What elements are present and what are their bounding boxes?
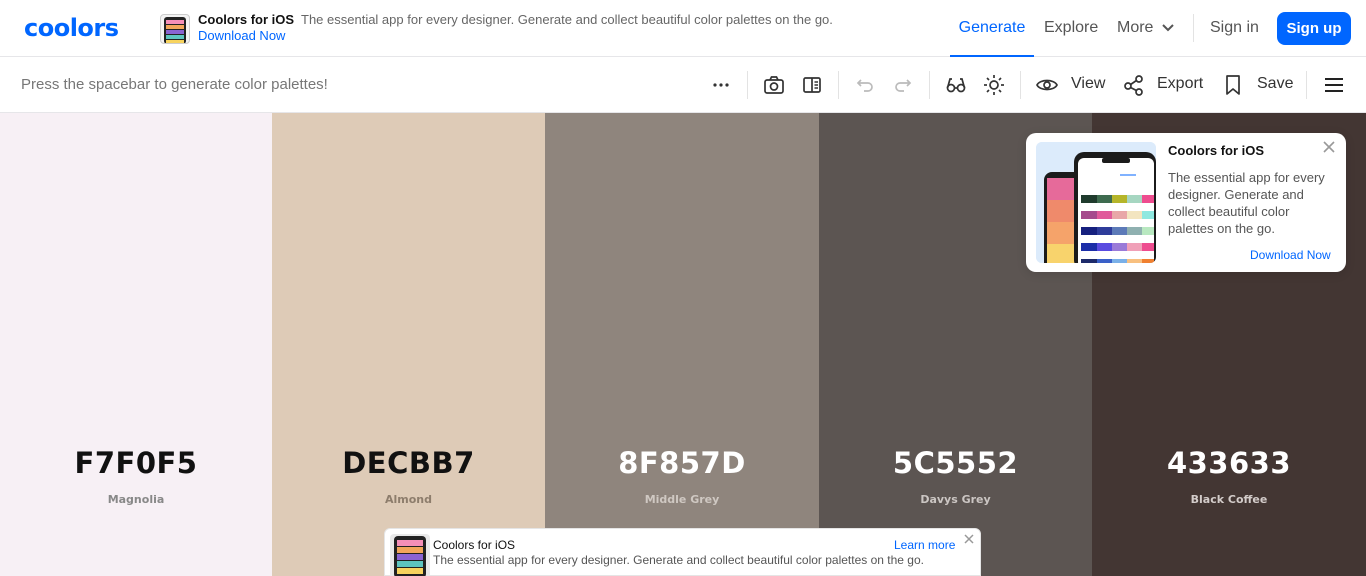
sign-in-link[interactable]: Sign in bbox=[1210, 19, 1259, 37]
top-navbar: coolors Coolors for iOS The essential ap… bbox=[0, 0, 1366, 57]
toolbar-divider bbox=[1020, 71, 1021, 99]
promo-card-description: The essential app for every designer. Ge… bbox=[1168, 170, 1325, 236]
color-name[interactable]: Almond bbox=[272, 493, 545, 506]
hamburger-menu-icon[interactable] bbox=[1322, 73, 1346, 97]
sidebar-panel-icon[interactable] bbox=[800, 73, 824, 97]
logo-text: coolors bbox=[24, 15, 119, 41]
hex-code[interactable]: 8F857D bbox=[545, 446, 819, 480]
color-name[interactable]: Davys Grey bbox=[819, 493, 1092, 506]
close-icon[interactable] bbox=[963, 533, 975, 545]
phone-screenshot-image[interactable] bbox=[1036, 142, 1156, 263]
promo-card-title: Coolors for iOS bbox=[1168, 143, 1265, 158]
glasses-icon[interactable] bbox=[944, 73, 968, 97]
color-name[interactable]: Magnolia bbox=[0, 493, 272, 506]
color-swatch[interactable]: F7F0F5 Magnolia bbox=[0, 113, 272, 576]
toolbar-divider bbox=[1306, 71, 1307, 99]
color-swatch[interactable]: 8F857D Middle Grey bbox=[545, 113, 819, 576]
hex-code[interactable]: DECBB7 bbox=[272, 446, 545, 480]
promo-card-download-link[interactable]: Download Now bbox=[1250, 248, 1331, 262]
camera-icon[interactable] bbox=[762, 73, 786, 97]
hex-code[interactable]: F7F0F5 bbox=[0, 446, 272, 480]
banner-title: Coolors for iOS bbox=[433, 538, 516, 552]
redo-icon[interactable] bbox=[891, 73, 915, 97]
toolbar: Press the spacebar to generate color pal… bbox=[0, 57, 1366, 113]
banner-app-thumbnail[interactable] bbox=[390, 534, 430, 576]
share-icon[interactable] bbox=[1122, 73, 1146, 97]
download-now-link[interactable]: Download Now bbox=[198, 28, 285, 43]
banner-description: The essential app for every designer. Ge… bbox=[433, 553, 924, 567]
coolors-logo[interactable]: coolors bbox=[24, 15, 136, 41]
nav-more[interactable]: More bbox=[1117, 19, 1153, 37]
sun-icon[interactable] bbox=[982, 73, 1006, 97]
chevron-down-icon[interactable] bbox=[1160, 22, 1176, 34]
view-button[interactable]: View bbox=[1071, 75, 1105, 93]
more-icon[interactable] bbox=[709, 73, 733, 97]
bottom-promo-banner: Coolors for iOS The essential app for ev… bbox=[384, 528, 981, 576]
color-name[interactable]: Middle Grey bbox=[545, 493, 819, 506]
save-button[interactable]: Save bbox=[1257, 75, 1293, 93]
toolbar-divider bbox=[747, 71, 748, 99]
bookmark-icon[interactable] bbox=[1221, 73, 1245, 97]
ios-app-thumbnail[interactable] bbox=[160, 14, 190, 44]
nav-explore[interactable]: Explore bbox=[1044, 19, 1098, 37]
color-swatch[interactable]: DECBB7 Almond bbox=[272, 113, 545, 576]
ios-promo-card: Coolors for iOS The essential app for ev… bbox=[1026, 133, 1346, 272]
promo-description: The essential app for every designer. Ge… bbox=[301, 12, 833, 27]
export-button[interactable]: Export bbox=[1157, 75, 1203, 93]
learn-more-link[interactable]: Learn more bbox=[894, 538, 955, 552]
color-name[interactable]: Black Coffee bbox=[1092, 493, 1366, 506]
promo-title: Coolors for iOS bbox=[198, 12, 295, 27]
toolbar-divider bbox=[929, 71, 930, 99]
spacebar-hint: Press the spacebar to generate color pal… bbox=[21, 76, 328, 93]
undo-icon[interactable] bbox=[853, 73, 877, 97]
close-icon[interactable] bbox=[1322, 140, 1336, 154]
nav-divider bbox=[1193, 14, 1194, 42]
nav-generate[interactable]: Generate bbox=[950, 0, 1034, 57]
toolbar-divider bbox=[838, 71, 839, 99]
eye-icon[interactable] bbox=[1035, 73, 1059, 97]
sign-up-button[interactable]: Sign up bbox=[1277, 12, 1351, 45]
hex-code[interactable]: 5C5552 bbox=[819, 446, 1092, 480]
hex-code[interactable]: 433633 bbox=[1092, 446, 1366, 480]
